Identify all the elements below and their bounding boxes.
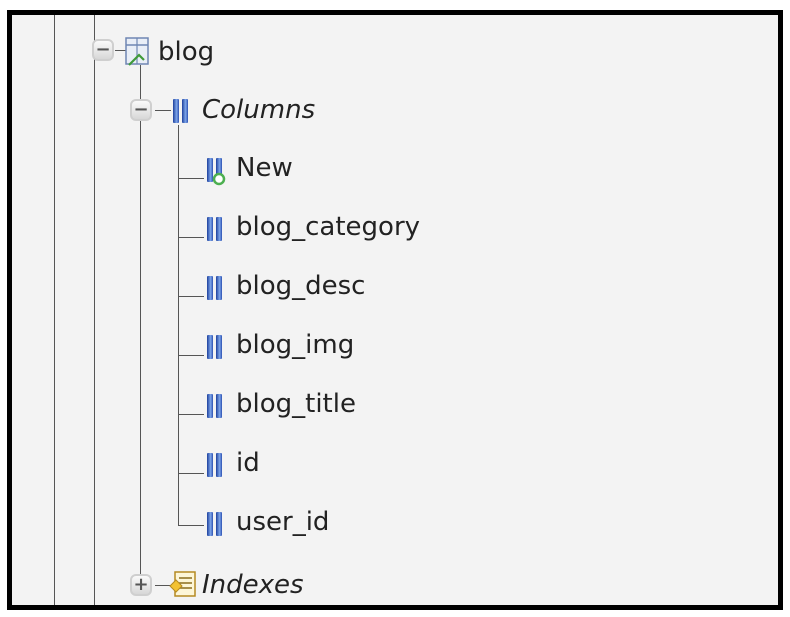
tree-connector: [155, 110, 171, 111]
tree-connector: [178, 473, 204, 474]
tree-item-label: Indexes: [202, 570, 304, 600]
tree-item-column-new[interactable]: New: [236, 151, 293, 185]
collapse-columns-button[interactable]: −: [130, 99, 152, 121]
tree-item-column[interactable]: blog_img: [236, 328, 354, 362]
tree-guide-line: [94, 15, 95, 605]
new-column-icon: [204, 156, 226, 186]
tree-item-blog[interactable]: blog: [158, 35, 214, 69]
expand-indexes-button[interactable]: +: [130, 574, 152, 596]
tree-connector: [178, 414, 204, 415]
tree-item-label: New: [236, 153, 293, 183]
tree-item-label: blog_desc: [236, 271, 366, 301]
tree-guide-line: [54, 15, 55, 605]
column-icon: [204, 215, 226, 243]
tree-item-label: blog_category: [236, 212, 421, 242]
tree-item-indexes[interactable]: Indexes: [202, 568, 304, 602]
column-icon: [204, 510, 226, 538]
tree-item-column[interactable]: blog_category: [236, 210, 420, 244]
column-icon: [204, 392, 226, 420]
tree-item-label: blog_img: [236, 330, 355, 360]
tree-panel: − blog − Columns New blog_category blog_…: [7, 10, 783, 610]
column-icon: [204, 451, 226, 479]
tree-item-column[interactable]: id: [236, 446, 260, 480]
tree-connector: [178, 355, 204, 356]
tree-connector: [178, 237, 204, 238]
column-icon: [204, 333, 226, 361]
collapse-blog-button[interactable]: −: [92, 39, 114, 61]
table-icon: [125, 37, 149, 66]
tree-item-label: blog: [158, 37, 215, 67]
tree-connector: [178, 178, 204, 179]
tree-item-label: id: [236, 448, 260, 478]
tree-item-columns[interactable]: Columns: [202, 93, 315, 127]
tree-item-column[interactable]: blog_desc: [236, 269, 365, 303]
tree-item-column[interactable]: blog_title: [236, 387, 356, 421]
indexes-icon: [169, 571, 196, 597]
columns-icon: [170, 97, 192, 125]
column-icon: [204, 274, 226, 302]
schema-tree: − blog − Columns New blog_category blog_…: [12, 15, 778, 605]
tree-connector: [178, 296, 204, 297]
tree-item-label: user_id: [236, 507, 330, 537]
tree-guide-line: [178, 125, 179, 525]
tree-item-label: Columns: [202, 95, 316, 125]
tree-guide-line: [140, 65, 141, 585]
tree-item-label: blog_title: [236, 389, 356, 419]
tree-connector: [178, 525, 204, 526]
tree-item-column[interactable]: user_id: [236, 505, 329, 539]
